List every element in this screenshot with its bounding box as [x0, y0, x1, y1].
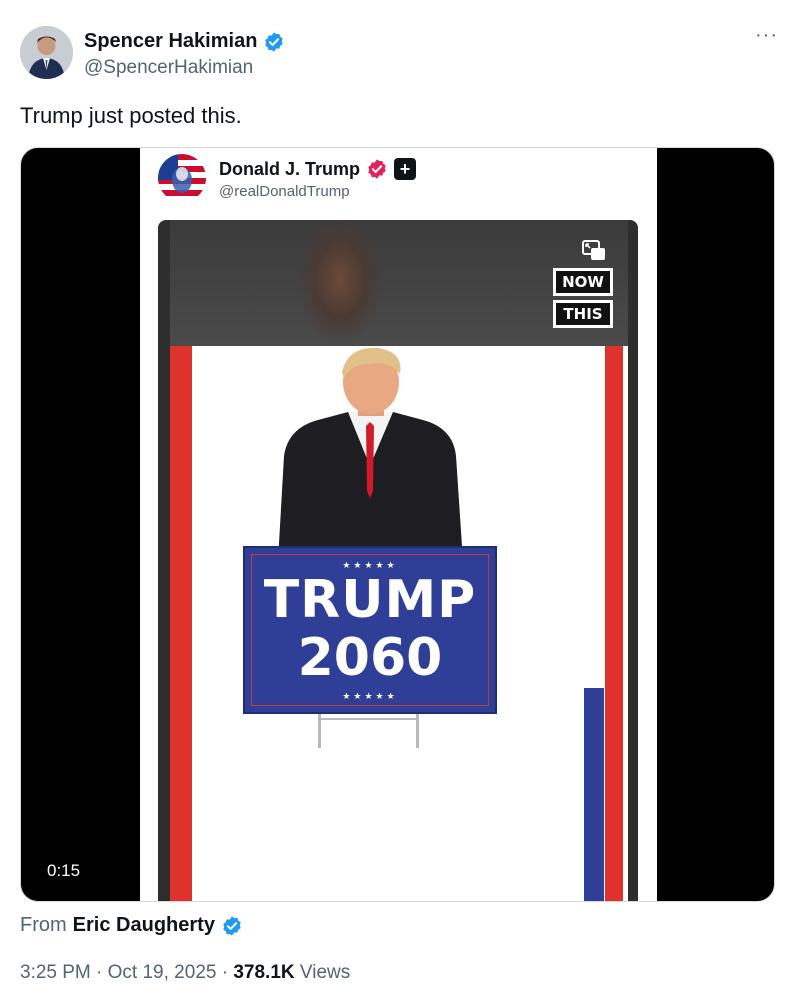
embedded-avatar-image	[158, 154, 206, 202]
more-icon[interactable]: ···	[755, 24, 778, 47]
red-bar-right	[605, 346, 623, 901]
blurred-figure	[300, 220, 380, 340]
watermark-line2: THIS	[553, 300, 613, 328]
tweet-time[interactable]: 3:25 PM	[20, 962, 91, 983]
person-figure	[278, 347, 463, 561]
views-label: Views	[299, 962, 351, 983]
sign-text-line2: 2060	[297, 628, 443, 688]
source-attribution: From Eric Daugherty	[20, 914, 243, 937]
author-handle[interactable]: @SpencerHakimian	[84, 57, 253, 79]
avatar-image	[20, 26, 73, 79]
tweet-text: Trump just posted this.	[20, 103, 242, 128]
embedded-avatar	[158, 154, 206, 202]
tweet-date[interactable]: Oct 19, 2025	[108, 962, 217, 983]
tweet-meta: 3:25 PM · Oct 19, 2025 · 378.1K Views	[20, 962, 350, 984]
plus-badge-icon: +	[394, 158, 417, 180]
verified-badge-icon	[223, 915, 241, 936]
video-player[interactable]: Donald J. Trump + @realDonaldTrump NOW T…	[20, 147, 775, 902]
verified-badge-icon	[265, 31, 284, 52]
blue-bar-right	[584, 688, 604, 901]
embedded-video[interactable]: NOW THIS ★★★★★ TRUMP 2060 ★★★★★	[158, 220, 638, 901]
embedded-author-name[interactable]: Donald J. Trump	[219, 159, 360, 180]
video-top-band: NOW THIS	[170, 220, 628, 346]
tweet-header: Spencer Hakimian @SpencerHakimian ···	[20, 24, 778, 82]
nowthis-watermark: NOW THIS	[553, 268, 613, 328]
embedded-post: Donald J. Trump + @realDonaldTrump NOW T…	[140, 148, 657, 901]
gold-badge-icon	[368, 159, 386, 179]
author-name[interactable]: Spencer Hakimian	[84, 30, 257, 53]
source-prefix: From	[20, 914, 67, 936]
sign-stake-crossbar	[318, 718, 418, 720]
embedded-author-handle[interactable]: @realDonaldTrump	[219, 183, 350, 200]
pip-icon[interactable]	[582, 240, 606, 262]
sign-stars-bottom: ★★★★★	[342, 691, 398, 701]
sign-text-line1: TRUMP	[263, 570, 477, 630]
campaign-sign: ★★★★★ TRUMP 2060 ★★★★★	[243, 546, 497, 714]
meta-separator: ·	[221, 962, 229, 983]
watermark-line1: NOW	[553, 268, 613, 296]
meta-separator: ·	[96, 962, 103, 983]
source-name[interactable]: Eric Daugherty	[73, 914, 215, 937]
avatar[interactable]	[20, 26, 73, 79]
video-frame: ★★★★★ TRUMP 2060 ★★★★★	[170, 346, 628, 901]
views-count: 378.1K	[233, 962, 295, 983]
video-duration: 0:15	[39, 858, 89, 884]
red-bar-left	[170, 346, 192, 901]
